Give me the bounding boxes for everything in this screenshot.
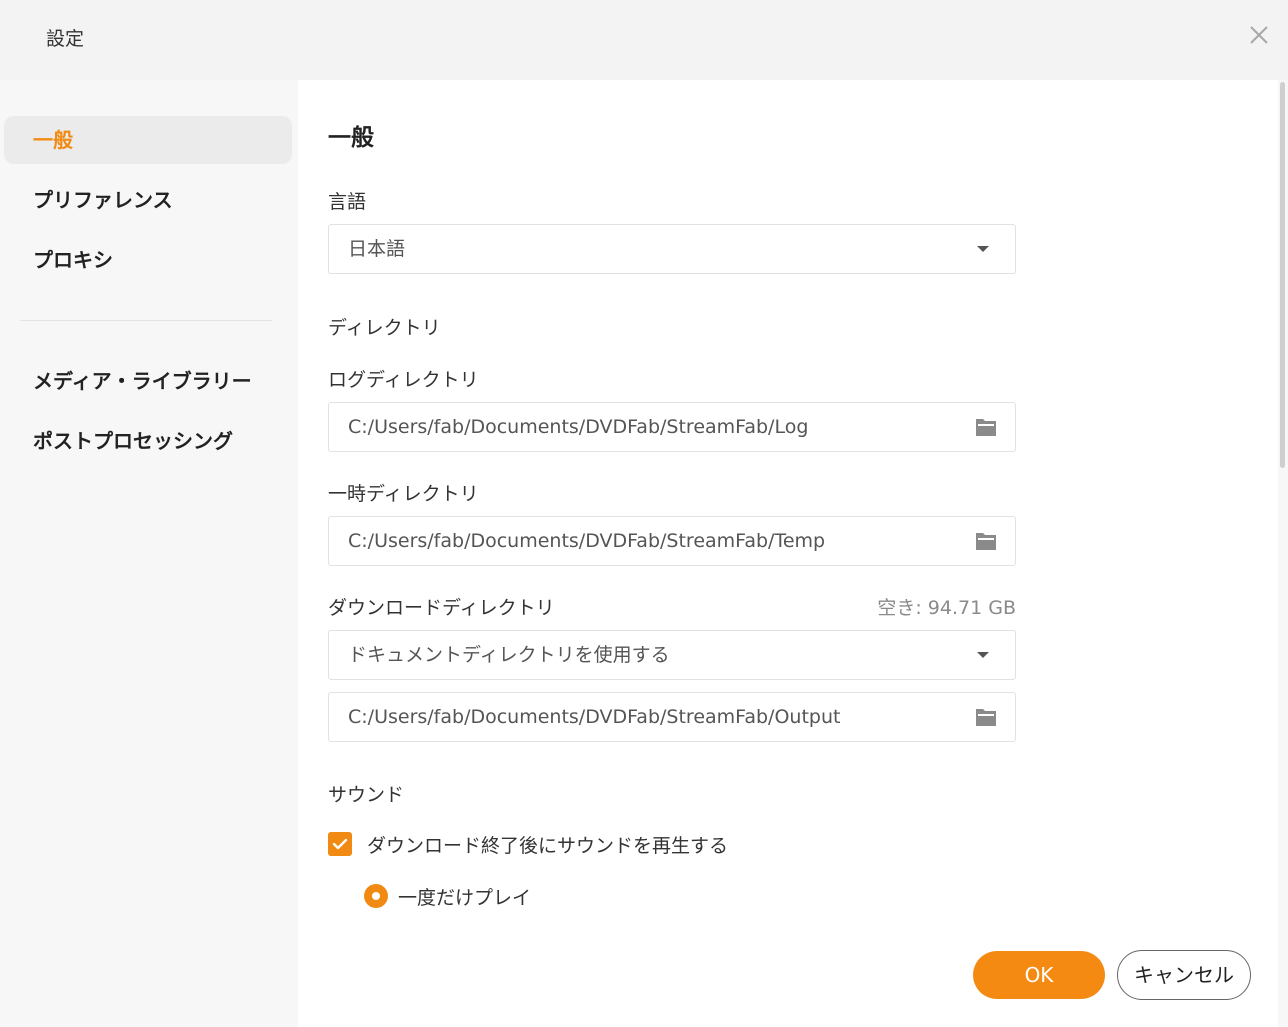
- settings-content: 一般 言語 日本語 ディレクトリ ログディレクトリ C:/Users/fab/D…: [298, 80, 1278, 1027]
- folder-icon[interactable]: [975, 706, 997, 728]
- cancel-button[interactable]: キャンセル: [1117, 950, 1251, 1000]
- download-directory-field[interactable]: C:/Users/fab/Documents/DVDFab/StreamFab/…: [328, 692, 1016, 742]
- sidebar-divider: [20, 320, 272, 321]
- window-title: 設定: [46, 28, 85, 50]
- checkmark-icon: [332, 838, 348, 850]
- language-select[interactable]: 日本語: [328, 224, 1016, 274]
- play-once-radio[interactable]: [364, 884, 388, 908]
- temp-directory-label: 一時ディレクトリ: [328, 483, 479, 505]
- sidebar-item-general[interactable]: 一般: [4, 116, 292, 164]
- download-directory-path: C:/Users/fab/Documents/DVDFab/StreamFab/…: [348, 706, 841, 728]
- play-once-label: 一度だけプレイ: [398, 887, 532, 909]
- play-sound-checkbox[interactable]: [328, 832, 352, 856]
- sidebar-item-preferences[interactable]: プリファレンス: [4, 176, 292, 224]
- page-title: 一般: [328, 125, 374, 151]
- content-scrollbar[interactable]: [1278, 80, 1288, 1027]
- title-bar: 設定: [0, 0, 1288, 80]
- download-directory-label: ダウンロードディレクトリ: [328, 597, 555, 619]
- sound-section-label: サウンド: [328, 784, 405, 806]
- language-label: 言語: [328, 191, 367, 213]
- ok-button[interactable]: OK: [973, 951, 1105, 999]
- sidebar-item-post-processing[interactable]: ポストプロセッシング: [4, 417, 292, 465]
- directory-section-label: ディレクトリ: [328, 317, 441, 339]
- scrollbar-thumb[interactable]: [1280, 82, 1285, 468]
- language-value: 日本語: [348, 238, 406, 260]
- temp-directory-field[interactable]: C:/Users/fab/Documents/DVDFab/StreamFab/…: [328, 516, 1016, 566]
- chevron-down-icon: [977, 246, 989, 252]
- sidebar-item-media-library[interactable]: メディア・ライブラリー: [4, 357, 292, 405]
- log-directory-field[interactable]: C:/Users/fab/Documents/DVDFab/StreamFab/…: [328, 402, 1016, 452]
- download-mode-select[interactable]: ドキュメントディレクトリを使用する: [328, 630, 1016, 680]
- sidebar-item-proxy[interactable]: プロキシ: [4, 236, 292, 284]
- play-sound-label: ダウンロード終了後にサウンドを再生する: [367, 835, 729, 857]
- settings-sidebar: 一般 プリファレンス プロキシ メディア・ライブラリー ポストプロセッシング: [0, 80, 298, 1027]
- free-space-indicator: 空き: 94.71 GB: [877, 597, 1016, 619]
- download-mode-value: ドキュメントディレクトリを使用する: [348, 644, 670, 666]
- close-icon[interactable]: [1246, 22, 1272, 48]
- temp-directory-path: C:/Users/fab/Documents/DVDFab/StreamFab/…: [348, 530, 826, 552]
- folder-icon[interactable]: [975, 530, 997, 552]
- log-directory-label: ログディレクトリ: [328, 369, 479, 391]
- chevron-down-icon: [977, 652, 989, 658]
- log-directory-path: C:/Users/fab/Documents/DVDFab/StreamFab/…: [348, 416, 809, 438]
- folder-icon[interactable]: [975, 416, 997, 438]
